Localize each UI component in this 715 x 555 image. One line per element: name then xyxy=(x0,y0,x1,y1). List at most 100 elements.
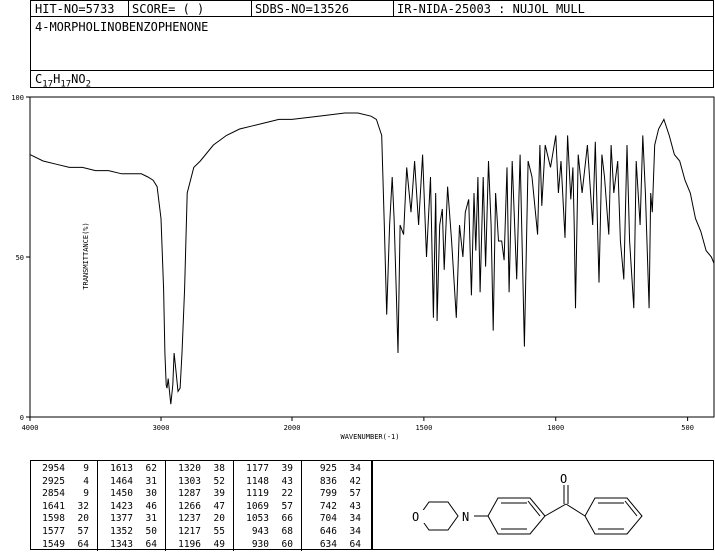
x-tick-label: 1000 xyxy=(547,424,564,432)
peak-wavenumber: 1266 xyxy=(178,500,201,512)
peak-wavenumber: 2954 xyxy=(42,463,65,474)
sdbs-number: SDBS-NO=13526 xyxy=(255,2,349,16)
peak-transmittance: 66 xyxy=(281,513,293,525)
x-axis-label: WAVENUMBER(-1) xyxy=(340,433,399,441)
peak-row: 1450 30 xyxy=(103,488,157,501)
peak-wavenumber: 1148 xyxy=(246,475,269,487)
peak-wavenumber: 1641 xyxy=(42,500,65,512)
peak-wavenumber: 704 xyxy=(319,513,337,525)
formula-box: C17H17NO2 xyxy=(30,70,714,89)
peak-transmittance: 57 xyxy=(281,500,293,512)
formula-no: NO xyxy=(71,72,86,86)
y-tick-label: 100 xyxy=(11,94,24,102)
y-tick-label: 0 xyxy=(20,414,24,422)
peak-transmittance: 57 xyxy=(349,488,361,500)
carbonyl-oxygen-label: O xyxy=(560,472,567,486)
peak-row: 1577 57 xyxy=(35,526,89,539)
peak-transmittance: 39 xyxy=(213,488,225,500)
peak-transmittance: 31 xyxy=(145,513,157,525)
peak-row: 1266 47 xyxy=(171,501,225,514)
peak-transmittance: 34 xyxy=(349,463,361,474)
peak-row: 1069 57 xyxy=(239,501,293,514)
peak-transmittance: 30 xyxy=(145,488,157,500)
peak-transmittance: 60 xyxy=(281,538,293,550)
peak-wavenumber: 1287 xyxy=(178,488,201,500)
peak-wavenumber: 1303 xyxy=(178,475,201,487)
peak-wavenumber: 1549 xyxy=(42,538,65,550)
peak-transmittance: 47 xyxy=(213,500,225,512)
peak-transmittance: 20 xyxy=(77,513,89,525)
peak-wavenumber: 1450 xyxy=(110,488,133,500)
molecular-structure: O N O xyxy=(411,472,643,535)
peak-column: 2954 9 2925 4 2854 9 1641 32 1598 20 1577 57 1549 64 xyxy=(35,463,89,551)
peak-row: 2925 4 xyxy=(35,476,89,489)
peak-row: 1613 62 xyxy=(103,463,157,476)
peak-transmittance: 22 xyxy=(281,488,293,500)
peak-transmittance: 38 xyxy=(213,463,225,474)
peak-col-divider xyxy=(165,461,166,551)
x-tick-label: 1500 xyxy=(415,424,432,432)
peak-row: 930 60 xyxy=(239,539,293,552)
peak-wavenumber: 1069 xyxy=(246,500,269,512)
peak-transmittance: 55 xyxy=(213,525,225,537)
peak-transmittance: 68 xyxy=(281,525,293,537)
peak-row: 1352 50 xyxy=(103,526,157,539)
peak-row: 634 64 xyxy=(307,539,361,552)
peak-row: 1177 39 xyxy=(239,463,293,476)
peak-wavenumber: 1177 xyxy=(246,463,269,474)
peak-row: 925 34 xyxy=(307,463,361,476)
spectrum-line xyxy=(29,112,715,405)
peak-wavenumber: 1598 xyxy=(42,513,65,525)
peak-transmittance: 43 xyxy=(349,500,361,512)
peak-row: 704 34 xyxy=(307,513,361,526)
peak-col-divider xyxy=(233,461,234,551)
peak-row: 1464 31 xyxy=(103,476,157,489)
molecular-formula: C17H17NO2 xyxy=(35,72,91,89)
x-tick-label: 500 xyxy=(681,424,694,432)
structure-box: O N O xyxy=(372,460,714,550)
peak-col-divider xyxy=(301,461,302,551)
x-tick-label: 3000 xyxy=(153,424,170,432)
peak-wavenumber: 1377 xyxy=(110,513,133,525)
peak-wavenumber: 925 xyxy=(319,463,337,474)
peak-row: 1053 66 xyxy=(239,513,293,526)
peak-row: 1598 20 xyxy=(35,513,89,526)
peak-table: 2954 9 2925 4 2854 9 1641 32 1598 20 1577 57 1549 64 1… xyxy=(30,460,372,551)
x-axis-ticks: 4000 3000 2000 1500 1000 500 xyxy=(22,417,694,432)
peak-transmittance: 34 xyxy=(349,513,361,525)
peak-row: 1119 22 xyxy=(239,488,293,501)
peak-transmittance: 62 xyxy=(145,463,157,474)
nitrogen-label: N xyxy=(462,510,469,524)
peak-transmittance: 42 xyxy=(349,475,361,487)
peak-wavenumber: 2925 xyxy=(42,475,65,487)
peak-transmittance: 50 xyxy=(145,525,157,537)
peak-row: 836 42 xyxy=(307,476,361,489)
peak-wavenumber: 943 xyxy=(251,525,269,537)
peak-transmittance: 20 xyxy=(213,513,225,525)
y-tick-label: 50 xyxy=(16,254,24,262)
ir-nida-info: IR-NIDA-25003 : NUJOL MULL xyxy=(397,2,585,16)
peak-transmittance: 49 xyxy=(213,538,225,550)
header-bar: HIT-NO=5733 SCORE= ( ) SDBS-NO=13526 IR-… xyxy=(30,0,714,17)
peak-wavenumber: 1217 xyxy=(178,525,201,537)
score: SCORE= ( ) xyxy=(132,2,205,16)
peak-wavenumber: 634 xyxy=(319,538,337,550)
peak-transmittance: 57 xyxy=(77,525,89,537)
peak-row: 2954 9 xyxy=(35,463,89,476)
ir-spectrum-chart: 100500 4000 3000 2000 1500 1000 500 WAVENUMBE… xyxy=(11,94,715,441)
peak-wavenumber: 2854 xyxy=(42,488,65,500)
peak-wavenumber: 836 xyxy=(319,475,337,487)
peak-wavenumber: 1237 xyxy=(178,513,201,525)
peak-transmittance: 4 xyxy=(83,475,89,487)
peak-column: 1177 39 1148 43 1119 22 1069 57 1053 66 943 68 930 60 xyxy=(239,463,293,551)
peak-transmittance: 64 xyxy=(77,538,89,550)
peak-transmittance: 52 xyxy=(213,475,225,487)
peak-column: 925 34 836 42 799 57 742 43 704 34 646 34 634 64 xyxy=(307,463,361,551)
peak-wavenumber: 646 xyxy=(319,525,337,537)
peak-row: 943 68 xyxy=(239,526,293,539)
peak-wavenumber: 1119 xyxy=(246,488,269,500)
peak-row: 1320 38 xyxy=(171,463,225,476)
peak-row: 2854 9 xyxy=(35,488,89,501)
y-axis-label: TRANSMITTANCE(%) xyxy=(82,222,90,289)
peak-row: 742 43 xyxy=(307,501,361,514)
